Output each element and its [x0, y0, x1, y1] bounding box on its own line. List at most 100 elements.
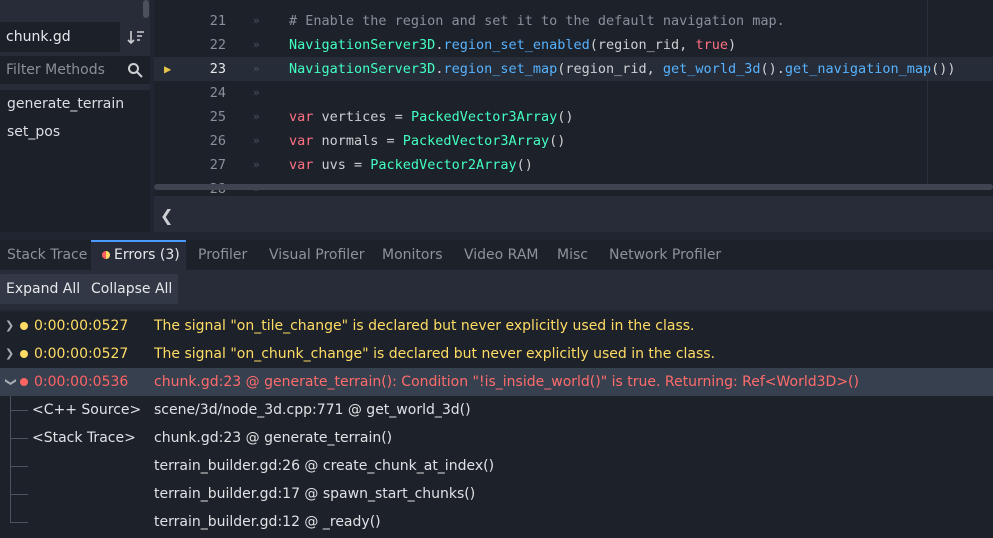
- code-token: vertices =: [313, 109, 411, 125]
- chevron-right-icon[interactable]: ❯: [5, 312, 14, 340]
- errors-tree: ❯ 0:00:00:0527 The signal "on_tile_chang…: [0, 312, 993, 538]
- code-line[interactable]: 26 » var normals = PackedVector3Array(): [154, 129, 993, 153]
- code-token: region_set_enabled: [443, 37, 590, 53]
- code-line[interactable]: 21 » # Enable the region and set it to the…: [154, 9, 993, 33]
- script-file-field[interactable]: [0, 22, 120, 52]
- error-row[interactable]: ❯ 0:00:00:0527 The signal "on_chunk_chan…: [0, 340, 993, 368]
- stack-frame-row[interactable]: terrain_builder.gd:12 @ _ready(): [0, 508, 993, 536]
- line-length-guide: [927, 0, 928, 186]
- search-icon: [128, 63, 143, 78]
- chevron-right-icon[interactable]: ❯: [5, 340, 14, 368]
- code-line[interactable]: 27 » var uvs = PackedVector2Array(): [154, 153, 993, 177]
- code-text: var normals = PackedVector3Array(): [289, 129, 565, 153]
- detail-label: <Stack Trace>: [32, 430, 136, 446]
- method-item-generate-terrain[interactable]: generate_terrain: [0, 90, 150, 118]
- method-item-set-pos[interactable]: set_pos: [0, 118, 150, 146]
- code-line[interactable]: 22 » NavigationServer3D.region_set_enabled…: [154, 33, 993, 57]
- expand-all-button[interactable]: Expand All: [0, 274, 87, 304]
- code-text: NavigationServer3D.region_set_map(region…: [289, 57, 956, 81]
- indent-marker-icon: »: [253, 134, 260, 147]
- code-token: region_set_map: [443, 61, 558, 77]
- code-token: (): [557, 109, 574, 125]
- tree-branch: [10, 522, 28, 523]
- sort-methods-button[interactable]: [124, 24, 148, 50]
- line-number: 22: [209, 37, 226, 53]
- error-message: The signal "on_tile_change" is declared …: [154, 318, 695, 334]
- warning-icon: [20, 350, 28, 358]
- tab-video-ram[interactable]: Video RAM: [464, 240, 539, 270]
- collapse-all-button[interactable]: Collapse All: [85, 274, 179, 304]
- stack-frame-row[interactable]: terrain_builder.gd:17 @ spawn_start_chun…: [0, 480, 993, 508]
- error-time: 0:00:00:0527: [34, 346, 129, 362]
- indent-marker-icon: »: [253, 158, 260, 171]
- tree-branch: [10, 438, 28, 439]
- code-text: NavigationServer3D.region_set_enabled(re…: [289, 33, 736, 57]
- detail-row-cpp-source[interactable]: <C++ Source> scene/3d/node_3d.cpp:771 @ …: [0, 396, 993, 424]
- code-editor[interactable]: 21 » # Enable the region and set it to the…: [154, 0, 993, 196]
- code-line-current[interactable]: ▶ 23» NavigationServer3D.region_set_map(re…: [154, 57, 993, 81]
- detail-value: scene/3d/node_3d.cpp:771 @ get_world_3d(…: [154, 402, 471, 418]
- error-status-icon: [102, 251, 110, 259]
- tab-stack-trace[interactable]: Stack Trace: [0, 240, 91, 270]
- editor-horizontal-scrollbar[interactable]: [154, 184, 993, 190]
- code-token: ): [727, 37, 737, 53]
- code-token: ().: [760, 61, 785, 77]
- methods-list: generate_terrain set_pos: [0, 90, 150, 232]
- indent-marker-icon: »: [253, 38, 260, 51]
- line-number: 24: [209, 85, 226, 101]
- error-message: The signal "on_chunk_change" is declared…: [154, 346, 716, 362]
- code-token: var: [289, 133, 314, 149]
- code-token: var: [289, 109, 314, 125]
- code-token: (): [516, 157, 533, 173]
- editor-status-bar: [154, 196, 993, 232]
- tab-network-profiler[interactable]: Network Profiler: [609, 240, 721, 270]
- code-token: get_navigation_map: [784, 61, 932, 77]
- tab-errors[interactable]: Errors (3): [91, 240, 186, 270]
- debugger-tabs: Stack Trace Errors (3) Profiler Visual P…: [0, 240, 993, 270]
- detail-row-stack-trace[interactable]: <Stack Trace> chunk.gd:23 @ generate_ter…: [0, 424, 993, 452]
- tree-branch: [10, 410, 28, 411]
- indent-marker-icon: »: [253, 62, 260, 75]
- indent-marker-icon: »: [253, 86, 260, 99]
- detail-label: <C++ Source>: [32, 402, 142, 418]
- detail-value: terrain_builder.gd:17 @ spawn_start_chun…: [154, 486, 476, 502]
- code-token: get_world_3d: [662, 61, 761, 77]
- tree-branch: [10, 466, 28, 467]
- code-token: PackedVector3Array: [402, 133, 550, 149]
- line-number: 23: [209, 61, 226, 77]
- error-row[interactable]: ❯ 0:00:00:0527 The signal "on_tile_chang…: [0, 312, 993, 340]
- tab-errors-label: Errors (3): [114, 247, 180, 263]
- code-text: # Enable the region and set it to the de…: [289, 9, 785, 33]
- code-text: var vertices = PackedVector3Array(): [289, 105, 574, 129]
- error-time: 0:00:00:0536: [34, 374, 129, 390]
- tab-monitors[interactable]: Monitors: [382, 240, 443, 270]
- errors-toolbar: Expand All Collapse All: [0, 270, 993, 310]
- toggle-scripts-panel-icon[interactable]: ❮: [160, 206, 173, 225]
- line-number: 21: [209, 13, 226, 29]
- line-number: 27: [209, 157, 226, 173]
- warning-icon: [20, 322, 28, 330]
- tab-profiler[interactable]: Profiler: [198, 240, 247, 270]
- sort-icon: [127, 31, 144, 45]
- code-token: (region_rid,: [589, 37, 696, 53]
- error-time: 0:00:00:0527: [34, 318, 129, 334]
- code-token: (region_rid,: [557, 61, 663, 77]
- code-text: var uvs = PackedVector2Array(): [289, 153, 533, 177]
- stack-frame-row[interactable]: terrain_builder.gd:26 @ create_chunk_at_…: [0, 452, 993, 480]
- indent-marker-icon: »: [253, 14, 260, 27]
- line-number: 26: [209, 133, 226, 149]
- tab-visual-profiler[interactable]: Visual Profiler: [269, 240, 365, 270]
- line-number: 25: [209, 109, 226, 125]
- detail-value: terrain_builder.gd:26 @ create_chunk_at_…: [154, 458, 495, 474]
- code-token: # Enable the region and set it to the de…: [289, 13, 785, 29]
- code-token: true: [695, 37, 728, 53]
- code-line[interactable]: 24 »: [154, 81, 993, 105]
- code-token: normals =: [313, 133, 403, 149]
- error-row-selected[interactable]: ❯ 0:00:00:0536 chunk.gd:23 @ generate_te…: [0, 368, 993, 396]
- methods-panel-scrollbar[interactable]: [143, 0, 149, 18]
- detail-value: terrain_builder.gd:12 @ _ready(): [154, 514, 381, 530]
- code-token: (): [549, 133, 566, 149]
- code-token: ()): [931, 61, 956, 77]
- tab-misc[interactable]: Misc: [557, 240, 588, 270]
- code-line[interactable]: 25 » var vertices = PackedVector3Array(): [154, 105, 993, 129]
